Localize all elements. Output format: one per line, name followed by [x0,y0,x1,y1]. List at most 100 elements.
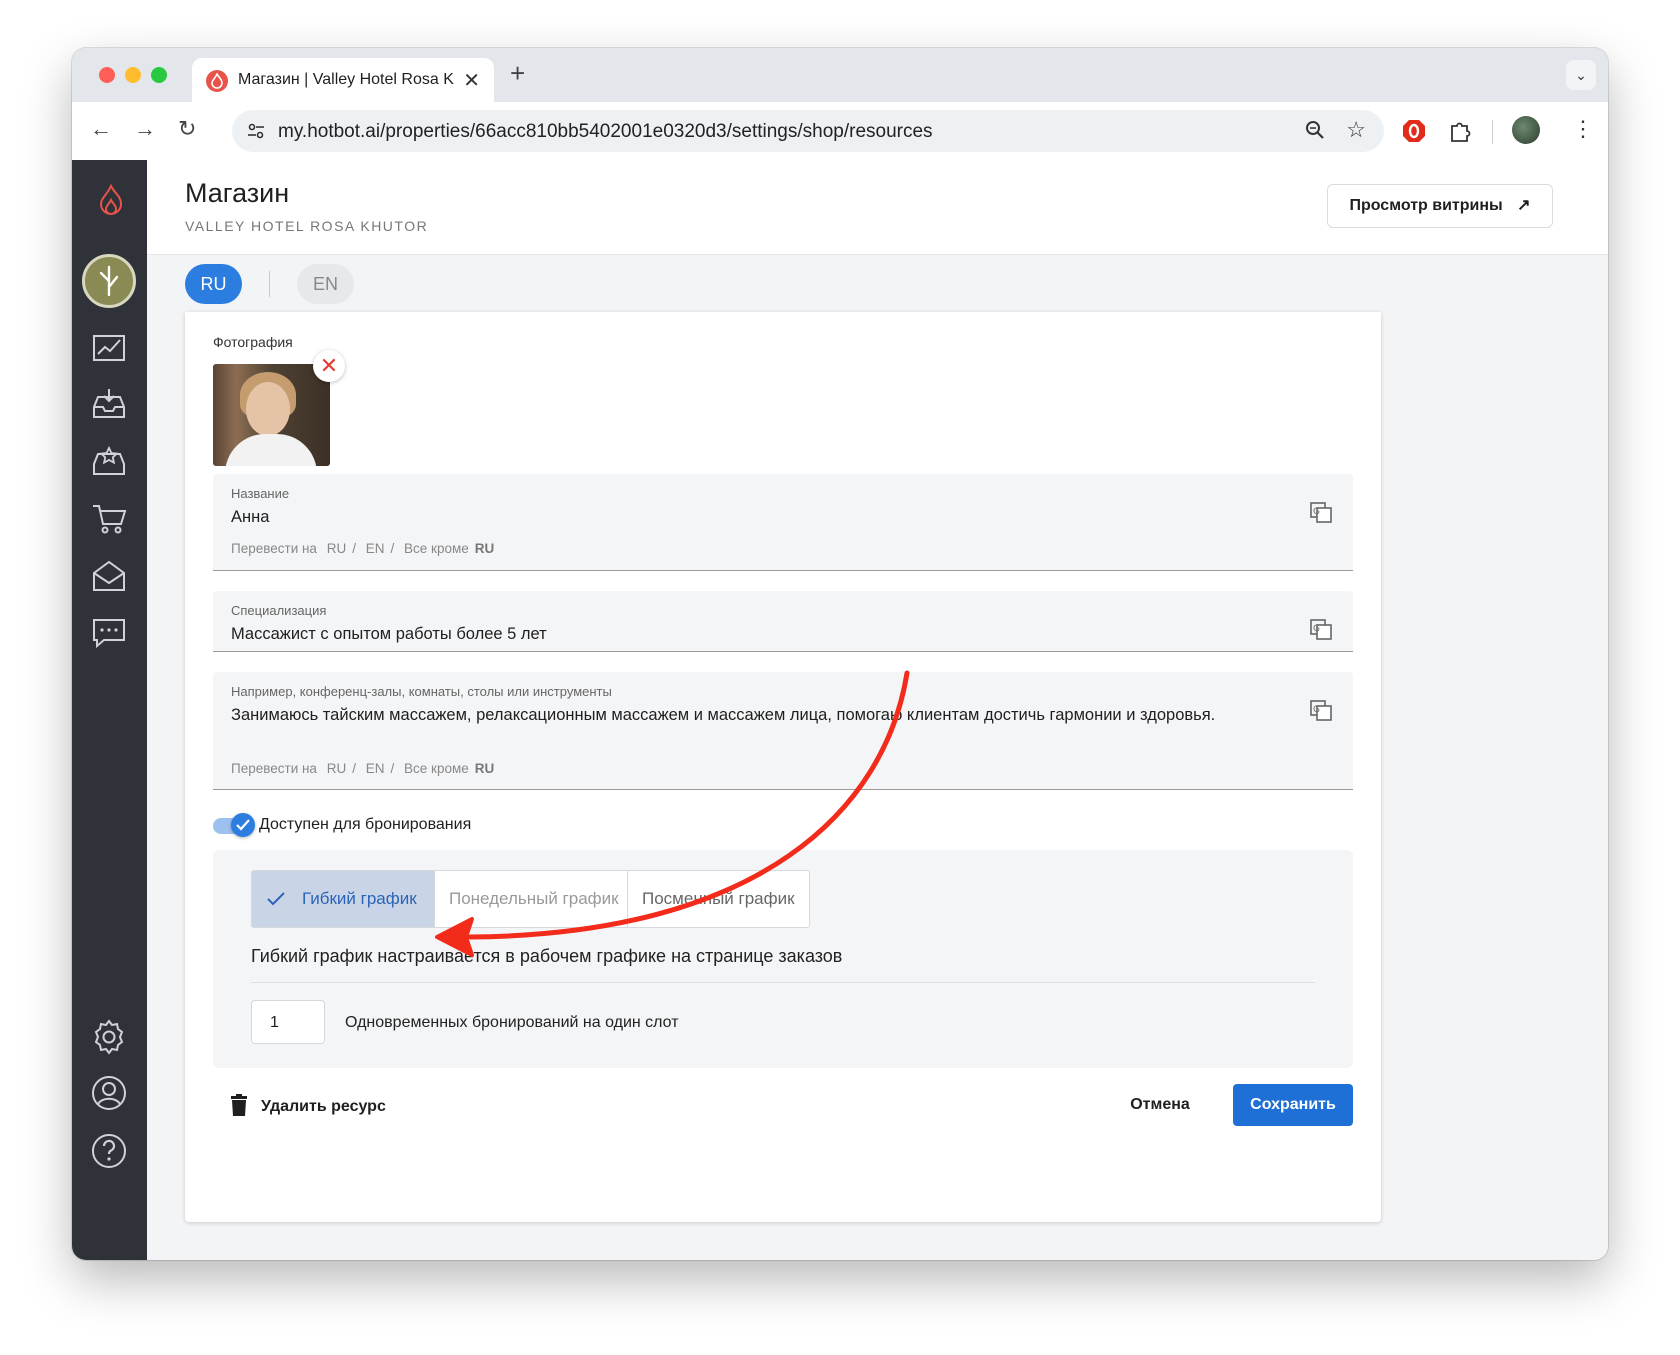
zoom-icon[interactable] [1304,119,1326,141]
cart-icon[interactable] [90,500,128,538]
trash-icon [231,1094,247,1116]
lang-tab-ru[interactable]: RU [185,264,242,304]
site-settings-icon[interactable] [246,121,266,141]
svg-text:G: G [1313,705,1320,715]
minimize-window-button[interactable] [125,67,141,83]
check-icon [236,819,250,831]
address-bar[interactable]: my.hotbot.ai/properties/66acc810bb540200… [232,110,1384,152]
translate-prefix: Перевести на [231,541,317,556]
view-storefront-label: Просмотр витрины [1349,197,1503,214]
save-button[interactable]: Сохранить [1233,1084,1353,1126]
tab-close-icon[interactable]: ✕ [463,68,480,93]
tab-search-chevron-icon[interactable]: ⌄ [1566,60,1596,90]
schedule-option-flexible-label: Гибкий график [302,889,417,908]
back-arrow-icon[interactable]: ← [90,116,112,142]
slots-per-booking-input[interactable]: 1 [251,1000,325,1044]
new-tab-icon[interactable]: + [510,58,525,89]
schedule-option-weekly[interactable]: Понедельный график [435,871,628,927]
schedule-option-weekly-label: Понедельный график [449,889,619,908]
bookmark-star-icon[interactable]: ☆ [1346,117,1366,143]
reviews-star-icon[interactable] [90,442,128,480]
lang-tab-en[interactable]: EN [297,264,354,304]
translate-icon[interactable]: G [1309,617,1333,641]
flame-logo-icon[interactable] [92,182,130,220]
settings-gear-icon[interactable] [90,1018,128,1056]
translate-options: Перевести на RU / EN / Все кроме RU [231,761,495,776]
inbox-download-icon[interactable] [90,385,128,423]
translate-prefix: Перевести на [231,761,317,776]
lang-divider [269,271,270,297]
language-switcher: RU EN [147,255,1608,311]
svg-text:G: G [1313,507,1320,517]
translate-all-except-link[interactable]: Все кроме RU [404,541,494,556]
translate-all-except-text: Все кроме [404,761,469,776]
translate-to-ru-link[interactable]: RU [327,541,347,556]
check-icon [267,892,285,906]
delete-resource-label: Удалить ресурс [261,1098,386,1115]
name-field[interactable]: Название Анна G Перевести на RU / EN / Все… [213,474,1353,571]
schedule-option-flexible[interactable]: Гибкий график [252,871,435,927]
specialization-field-label: Специализация [231,603,327,618]
tab-title: Магазин | Valley Hotel Rosa K [238,71,454,88]
page-subtitle: VALLEY HOTEL ROSA KHUTOR [185,218,429,234]
specialization-field[interactable]: Специализация Массажист с опытом работы … [213,591,1353,652]
browser-menu-icon[interactable]: ⋮ [1572,116,1594,142]
translate-options: Перевести на RU / EN / Все кроме RU [231,541,495,556]
view-storefront-button[interactable]: Просмотр витрины ↗ [1327,184,1553,228]
forward-arrow-icon[interactable]: → [134,116,156,142]
description-field-value: Занимаюсь тайским массажем, релаксационн… [231,706,1216,724]
translate-to-en-link[interactable]: EN [366,541,385,556]
schedule-divider [251,982,1315,983]
remove-photo-button[interactable]: ✕ [313,350,345,382]
page-header: Магазин VALLEY HOTEL ROSA KHUTOR Просмот… [147,160,1608,255]
url-text: my.hotbot.ai/properties/66acc810bb540200… [278,121,933,142]
description-field[interactable]: Например, конференц-залы, комнаты, столы… [213,672,1353,790]
schedule-panel: Гибкий график Понедельный график Посменн… [213,850,1353,1068]
availability-label: Доступен для бронирования [259,816,472,833]
profile-icon[interactable] [90,1074,128,1112]
toolbar-divider [1492,120,1493,144]
translate-icon[interactable]: G [1309,500,1333,524]
main-content: Магазин VALLEY HOTEL ROSA KHUTOR Просмот… [147,160,1608,1260]
extensions-puzzle-icon[interactable] [1448,118,1474,144]
schedule-option-shift-label: Посменный график [642,889,795,908]
mail-icon[interactable] [90,557,128,595]
hotel-avatar[interactable] [82,254,136,308]
close-icon: ✕ [319,353,339,378]
translate-icon[interactable]: G [1309,698,1333,722]
translate-all-except-text: Все кроме [404,541,469,556]
toggle-knob [231,813,255,837]
schedule-description: Гибкий график настраивается в рабочем гр… [251,946,843,966]
profile-avatar[interactable] [1512,116,1540,144]
tab-strip: Магазин | Valley Hotel Rosa K ✕ + ⌄ [72,48,1608,102]
schedule-type-selector: Гибкий график Понедельный график Посменн… [251,870,810,928]
schedule-option-shift[interactable]: Посменный график [628,871,809,927]
resource-form-card: Фотография ✕ Название Анна G Перевести н… [185,312,1381,1222]
external-arrow-icon: ↗ [1517,197,1531,214]
photo-label: Фотография [213,334,293,350]
name-field-label: Название [231,486,290,501]
maximize-window-button[interactable] [151,67,167,83]
resource-photo [213,364,330,466]
cancel-button[interactable]: Отмена [1105,1084,1215,1126]
svg-text:G: G [1313,624,1320,634]
translate-to-ru-link[interactable]: RU [327,761,347,776]
browser-toolbar: ← → ↻ my.hotbot.ai/properties/66acc810bb… [72,102,1608,161]
close-window-button[interactable] [99,67,115,83]
browser-window: Магазин | Valley Hotel Rosa K ✕ + ⌄ ← → … [72,48,1608,1260]
translate-all-except-lang: RU [474,541,495,556]
translate-all-except-link[interactable]: Все кроме RU [404,761,494,776]
help-icon[interactable] [90,1132,128,1170]
reload-icon[interactable]: ↻ [178,116,196,142]
flame-favicon-icon [206,70,228,92]
specialization-field-value: Массажист с опытом работы более 5 лет [231,625,547,643]
adblock-extension-icon[interactable] [1402,119,1426,143]
page-title: Магазин [185,178,290,208]
name-field-value: Анна [231,508,270,526]
browser-tab[interactable]: Магазин | Valley Hotel Rosa K ✕ [192,58,494,102]
analytics-icon[interactable] [90,328,128,366]
translate-to-en-link[interactable]: EN [366,761,385,776]
chat-icon[interactable] [90,614,128,652]
slots-per-booking-label: Одновременных бронирований на один слот [345,1014,679,1031]
hotel-logo-icon [99,265,119,297]
